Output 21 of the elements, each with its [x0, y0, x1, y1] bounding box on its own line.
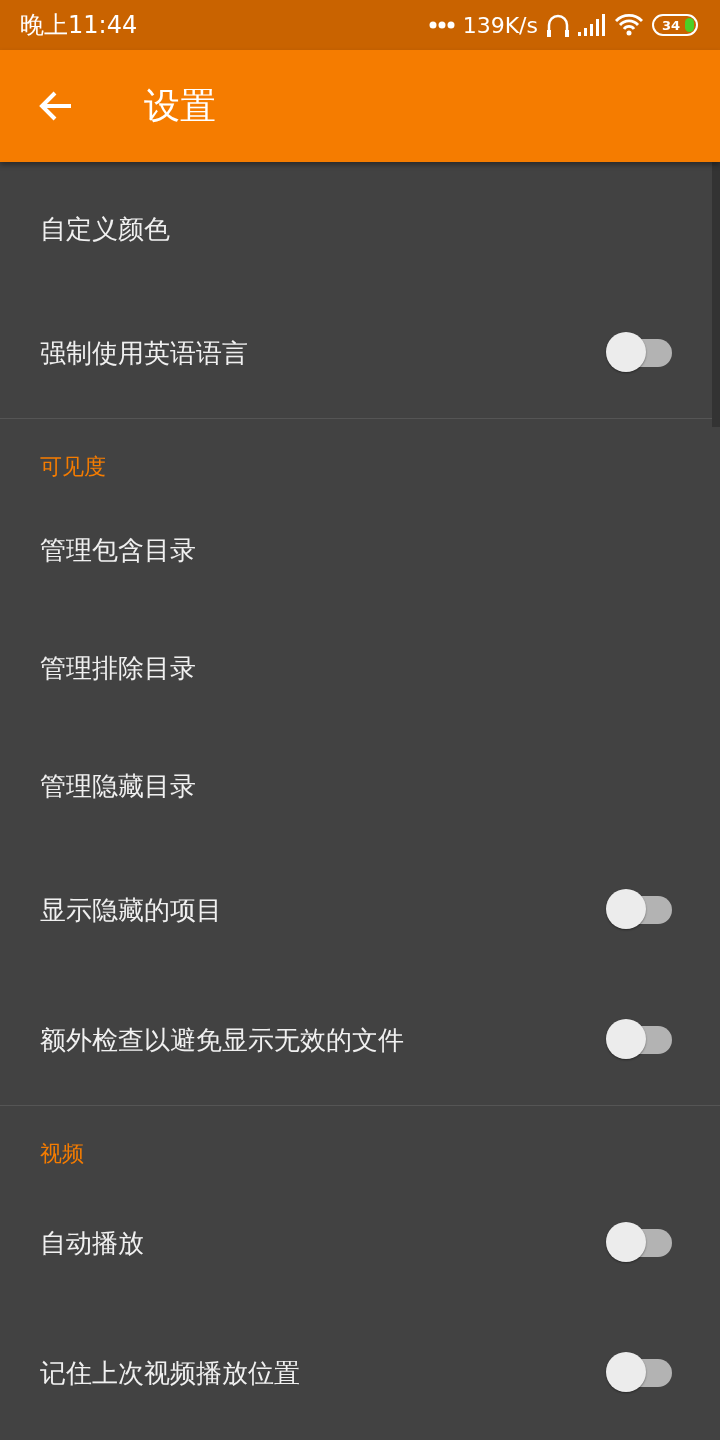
setting-label[interactable]: 管理隐藏目录 [40, 768, 196, 804]
setting-label[interactable]: 管理排除目录 [40, 650, 196, 686]
headphones-icon [546, 12, 570, 38]
setting-label[interactable]: 自定义颜色 [40, 211, 170, 247]
page-title: 设置 [144, 83, 216, 128]
section-header: 可见度 [39, 453, 107, 481]
section-header: 视频 [39, 1140, 85, 1168]
battery-level: 34 [661, 18, 681, 33]
wifi-icon [614, 13, 644, 37]
setting-label[interactable]: 管理包含目录 [40, 532, 196, 568]
battery-icon [652, 14, 698, 36]
setting-label: 显示隐藏的项目 [40, 893, 222, 927]
setting-label: 强制使用英语语言 [40, 336, 248, 370]
setting-label: 额外检查以避免显示无效的文件 [40, 1023, 404, 1057]
setting-label: 自动播放 [40, 1226, 144, 1260]
status-time: 晚上11:44 [20, 10, 138, 41]
setting-label: 记住上次视频播放位置 [40, 1356, 300, 1390]
network-speed: 139K/s [462, 12, 538, 38]
signal-icon [578, 14, 606, 36]
scrollbar[interactable] [712, 162, 720, 427]
more-dots-icon [428, 21, 455, 29]
